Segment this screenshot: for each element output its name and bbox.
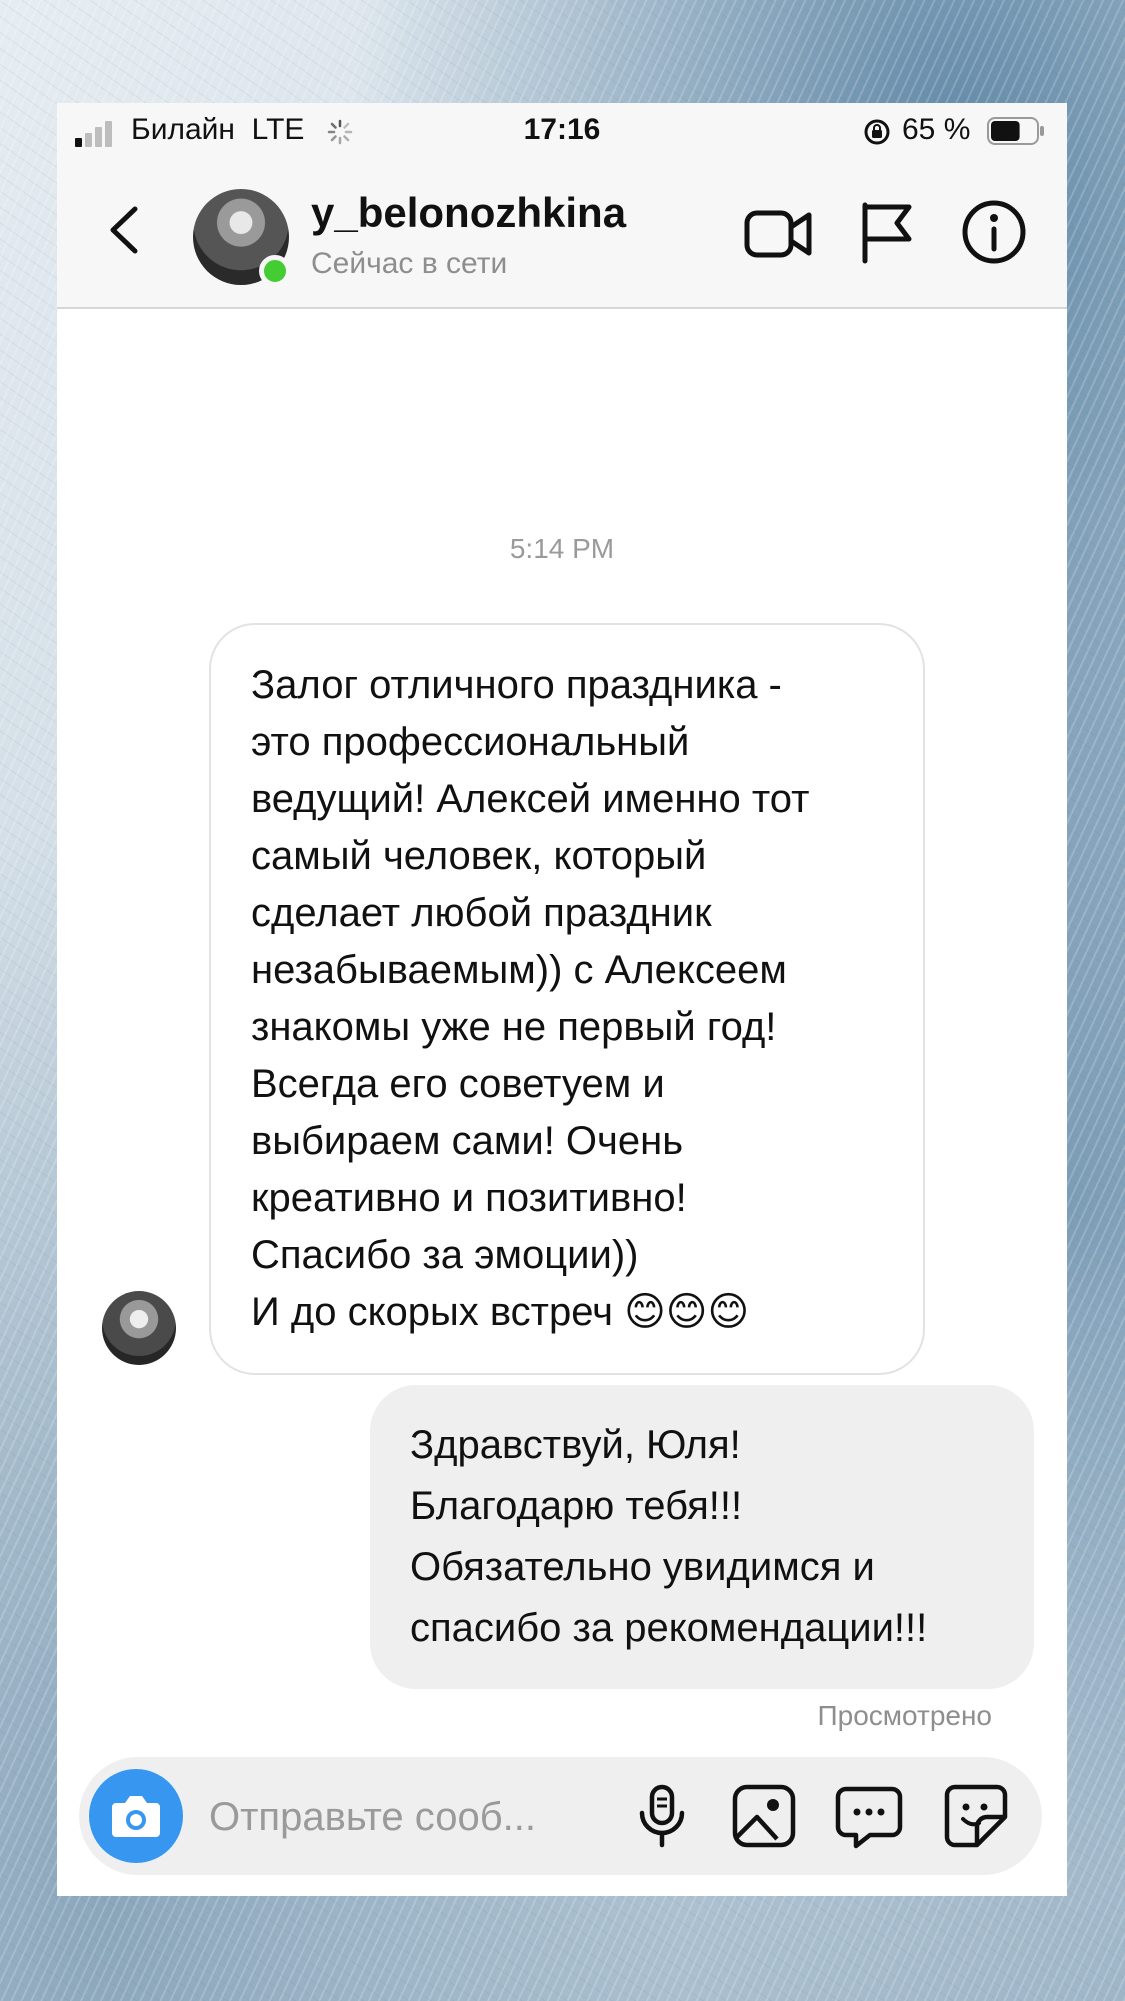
flag-icon[interactable] bbox=[857, 197, 917, 267]
outgoing-message-bubble[interactable]: Здравствуй, Юля! Благодарю тебя!!! Обяза… bbox=[370, 1385, 1034, 1689]
contact-presence: Сейчас в сети bbox=[311, 247, 508, 280]
battery-percent: 65 % bbox=[902, 113, 971, 146]
battery-icon bbox=[987, 117, 1044, 145]
incoming-message-text: Залог отличного праздника - это професси… bbox=[251, 663, 810, 1334]
microphone-icon[interactable] bbox=[627, 1781, 697, 1851]
outgoing-message-text: Здравствуй, Юля! Благодарю тебя!!! Обяза… bbox=[410, 1423, 928, 1650]
back-chevron-icon[interactable] bbox=[97, 195, 157, 265]
chat-bubble-icon[interactable] bbox=[834, 1781, 904, 1851]
camera-icon bbox=[112, 1796, 160, 1837]
camera-button[interactable] bbox=[89, 1769, 183, 1863]
instagram-direct-screen: Билайн LTE 17:16 65 % y_belonozhkina Сей… bbox=[57, 103, 1067, 1896]
seen-receipt: Просмотрено bbox=[817, 1700, 992, 1731]
sender-avatar[interactable] bbox=[102, 1291, 176, 1365]
sticker-icon[interactable] bbox=[941, 1781, 1011, 1851]
status-bar: Билайн LTE 17:16 65 % bbox=[57, 103, 1067, 159]
online-status-dot bbox=[259, 255, 291, 287]
message-input[interactable] bbox=[209, 1787, 579, 1847]
orientation-lock-icon bbox=[864, 119, 890, 145]
contact-avatar[interactable] bbox=[193, 189, 291, 287]
incoming-message-bubble[interactable]: Залог отличного праздника - это професси… bbox=[209, 623, 925, 1375]
info-icon[interactable] bbox=[959, 197, 1029, 267]
contact-username[interactable]: y_belonozhkina bbox=[311, 189, 626, 237]
gallery-icon[interactable] bbox=[729, 1781, 799, 1851]
message-timestamp: 5:14 PM bbox=[509, 533, 615, 564]
message-composer bbox=[79, 1757, 1042, 1875]
conversation-header: y_belonozhkina Сейчас в сети bbox=[57, 159, 1067, 309]
video-camera-icon[interactable] bbox=[743, 199, 813, 269]
